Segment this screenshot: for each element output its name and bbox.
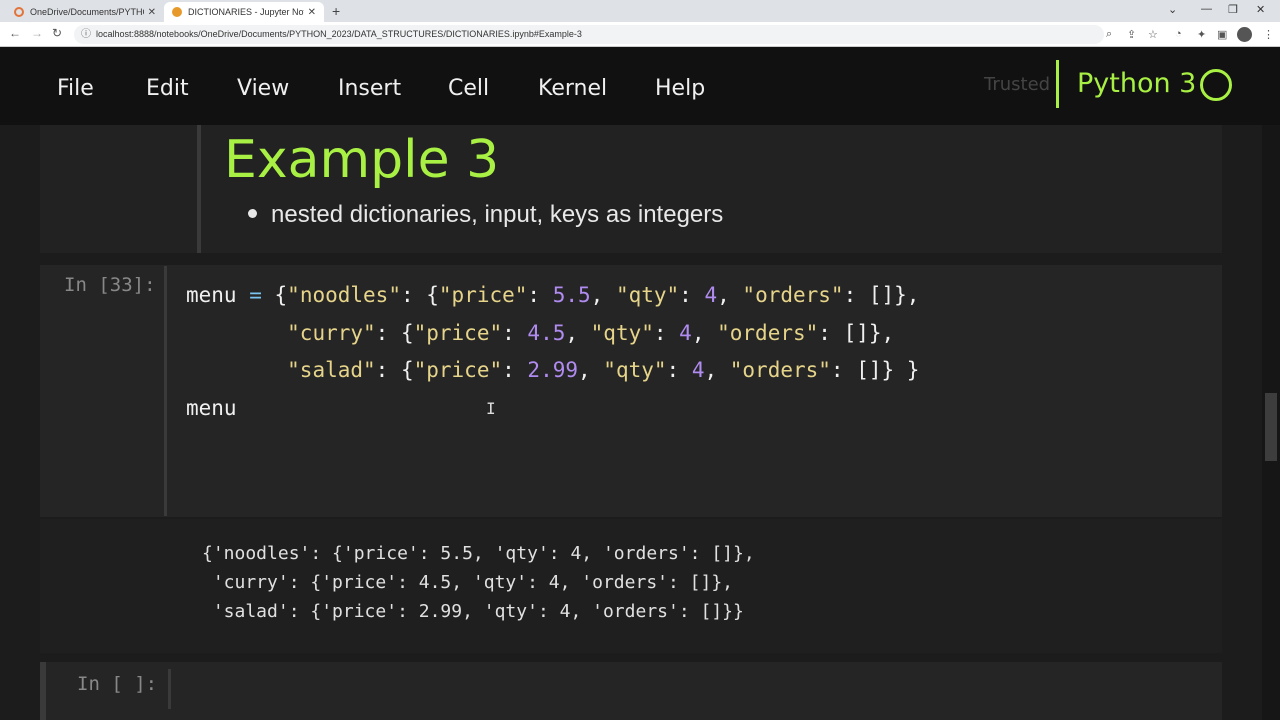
- restore-icon[interactable]: ❐: [1228, 3, 1238, 16]
- address-bar-row: ← → ↻ ⓘ localhost:8888/notebooks/OneDriv…: [0, 22, 1280, 47]
- code-cell-gutter: [164, 266, 167, 516]
- jupyter-menubar: File Edit View Insert Cell Kernel Help T…: [0, 47, 1280, 125]
- kernel-name[interactable]: Python 3: [1077, 68, 1196, 99]
- bullet-text: nested dictionaries, input, keys as inte…: [271, 201, 724, 228]
- url-text: localhost:8888/notebooks/OneDrive/Docume…: [96, 29, 582, 39]
- sidebar-icon[interactable]: ▣: [1217, 28, 1227, 41]
- menu-insert[interactable]: Insert: [338, 76, 401, 101]
- reload-icon[interactable]: ↻: [52, 26, 62, 40]
- menu-kernel[interactable]: Kernel: [538, 76, 607, 101]
- menu-file[interactable]: File: [57, 76, 94, 101]
- bullet-dot-icon: [248, 209, 257, 219]
- close-tab-icon[interactable]: ✕: [148, 7, 156, 18]
- back-icon[interactable]: ←: [9, 26, 21, 40]
- profile-avatar-icon[interactable]: [1237, 27, 1252, 42]
- code-line-1[interactable]: menu = {"noodles": {"price": 5.5, "qty":…: [186, 283, 919, 307]
- site-info-icon[interactable]: ⓘ: [81, 25, 91, 44]
- browser-tab-onedrive[interactable]: OneDrive/Documents/PYTHON_ ✕: [6, 2, 164, 22]
- menu-cell[interactable]: Cell: [448, 76, 489, 101]
- empty-cell-gutter: [168, 669, 171, 709]
- scrollbar-thumb[interactable]: [1265, 393, 1277, 461]
- markdown-heading: Example 3: [224, 130, 500, 190]
- notebook-area: Example 3 nested dictionaries, input, ke…: [0, 125, 1280, 720]
- code-line-2[interactable]: "curry": {"price": 4.5, "qty": 4, "order…: [186, 321, 894, 345]
- markdown-cell-border: [197, 125, 201, 253]
- menu-view[interactable]: View: [237, 76, 289, 101]
- share-icon[interactable]: ⇪: [1127, 28, 1136, 41]
- markdown-bullet: nested dictionaries, input, keys as inte…: [248, 201, 723, 229]
- browser-tab-dictionaries[interactable]: DICTIONARIES - Jupyter Notebo ✕: [164, 2, 324, 22]
- kernel-idle-icon: [1200, 69, 1232, 101]
- bookmark-star-icon[interactable]: ☆: [1148, 28, 1158, 41]
- tab-search-icon[interactable]: ⌄: [1168, 3, 1177, 16]
- url-field[interactable]: ⓘ localhost:8888/notebooks/OneDrive/Docu…: [74, 25, 1104, 44]
- trusted-indicator[interactable]: Trusted: [984, 74, 1050, 95]
- close-tab-icon[interactable]: ✕: [308, 7, 316, 18]
- code-cell-prompt: In [33]:: [64, 274, 156, 296]
- puzzle-icon[interactable]: ✦: [1197, 28, 1206, 41]
- extension-icon[interactable]: ◔: [1175, 28, 1182, 40]
- menu-help[interactable]: Help: [655, 76, 705, 101]
- text-cursor-icon: I: [486, 399, 496, 418]
- forward-icon[interactable]: →: [31, 26, 43, 40]
- tab-title: DICTIONARIES - Jupyter Notebo: [188, 7, 304, 17]
- selected-cell-indicator: [40, 662, 46, 720]
- more-menu-icon[interactable]: ⋮: [1263, 28, 1274, 41]
- jupyter-favicon-icon: [172, 7, 182, 17]
- kernel-divider: [1056, 60, 1059, 108]
- code-line-3[interactable]: "salad": {"price": 2.99, "qty": 4, "orde…: [186, 358, 919, 382]
- browser-tab-bar: OneDrive/Documents/PYTHON_ ✕ DICTIONARIE…: [0, 0, 1280, 22]
- code-line-4[interactable]: menu: [186, 396, 237, 420]
- empty-code-cell[interactable]: [40, 662, 1222, 720]
- tab-title: OneDrive/Documents/PYTHON_: [30, 7, 144, 17]
- onedrive-favicon-icon: [14, 7, 24, 17]
- output-line-2: 'curry': {'price': 4.5, 'qty': 4, 'order…: [202, 572, 734, 593]
- close-window-icon[interactable]: ✕: [1256, 3, 1265, 16]
- zoom-icon[interactable]: ⌕: [1106, 28, 1112, 41]
- output-line-1: {'noodles': {'price': 5.5, 'qty': 4, 'or…: [202, 543, 755, 564]
- new-tab-button[interactable]: +: [332, 2, 340, 20]
- empty-cell-prompt: In [ ]:: [77, 673, 158, 695]
- output-line-3: 'salad': {'price': 2.99, 'qty': 4, 'orde…: [202, 601, 744, 622]
- menu-edit[interactable]: Edit: [146, 76, 189, 101]
- markdown-cell[interactable]: [40, 125, 1222, 253]
- minimize-icon[interactable]: —: [1201, 3, 1212, 15]
